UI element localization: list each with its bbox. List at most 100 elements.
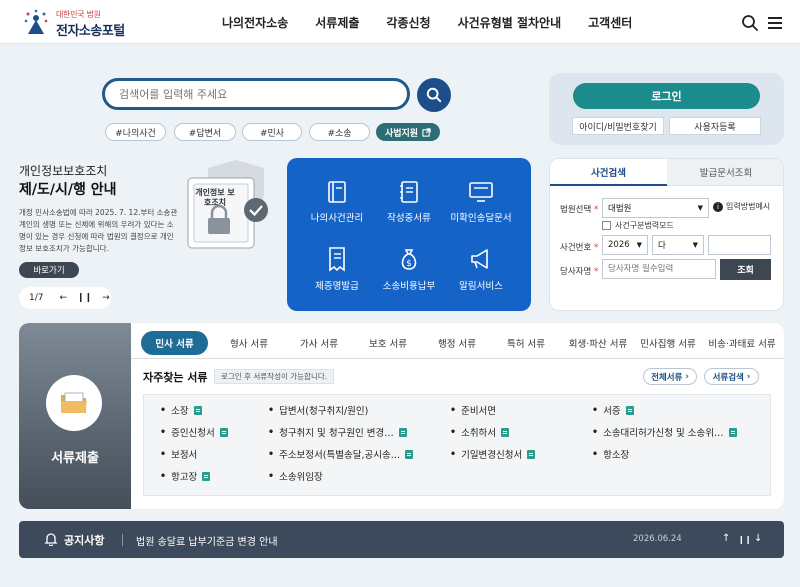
no-case-mode-checkbox[interactable] (602, 221, 611, 230)
form-icon (219, 427, 228, 437)
tab-nonlitigation-docs[interactable]: 비송·과태료 서류 (704, 331, 780, 355)
year-select[interactable]: 2026 ▼ (602, 235, 648, 255)
faq-document-item[interactable]: • 소장 (160, 403, 202, 417)
service-fee-payment[interactable]: $ 소송비용납부 (369, 246, 449, 292)
tab-criminal-docs[interactable]: 형사 서류 (218, 331, 280, 355)
case-number-input[interactable] (708, 235, 771, 255)
tab-civil-docs[interactable]: 민사 서류 (141, 331, 208, 355)
tab-administrative-docs[interactable]: 행정 서류 (426, 331, 488, 355)
service-unread-delivery-label: 미확인송달문서 (450, 213, 512, 224)
document-submit-banner[interactable]: 서류제출 (19, 323, 131, 509)
faq-document-item[interactable]: • 소취하서 (450, 425, 510, 439)
form-icon (501, 427, 510, 437)
document-search-button[interactable]: 서류검색 › (704, 368, 759, 385)
notice-divider (122, 534, 123, 546)
form-icon (625, 405, 634, 415)
form-icon (202, 471, 211, 481)
court-select[interactable]: 대법원 ▼ (602, 198, 709, 218)
monitor-icon (469, 182, 493, 202)
notice-prev-icon[interactable]: ↑ (722, 533, 730, 544)
promo-more-button[interactable]: 바로가기 (19, 262, 79, 278)
faq-document-label: 답변서(청구취지/원인) (279, 406, 369, 417)
notice-pause-icon[interactable]: ❙❙ (738, 535, 751, 544)
tab-patent-docs[interactable]: 특허 서류 (495, 331, 557, 355)
faq-document-item[interactable]: • 준비서면 (450, 403, 496, 418)
pause-icon[interactable]: ❙❙ (77, 293, 92, 303)
tab-issued-docs[interactable]: 발급문서조회 (667, 159, 783, 186)
service-drafts[interactable]: 작성중서류 (369, 180, 449, 224)
bullet: • (160, 426, 167, 438)
service-unread-delivery[interactable]: 미확인송달문서 (441, 180, 521, 224)
case-search-button[interactable]: 조회 (720, 259, 771, 280)
input-method-label: 입력방법예시 (726, 202, 771, 211)
faq-document-item[interactable]: • 항소장 (592, 447, 630, 462)
search-icon[interactable] (741, 14, 759, 32)
next-arrow-icon[interactable]: → (102, 293, 110, 303)
chevron-right-icon: › (746, 371, 751, 382)
faq-document-item[interactable]: • 청구취지 및 청구원인 변경… (268, 425, 407, 439)
faq-document-label: 보정서 (171, 450, 198, 461)
promo-title: 개인정보보호조치 (19, 164, 108, 178)
info-icon: i (713, 201, 723, 212)
bullet: • (450, 448, 457, 460)
service-my-case-label: 나의사건관리 (310, 213, 364, 224)
certificate-icon (329, 247, 345, 272)
nav-procedure-guide[interactable]: 사건유형별 절차안내 (458, 14, 562, 31)
input-method-help[interactable]: i 입력방법예시 (713, 201, 770, 212)
tab-bankruptcy-docs[interactable]: 회생·파산 서류 (563, 331, 633, 355)
find-id-password-button[interactable]: 아이디/비밀번호찾기 (572, 117, 664, 135)
tag-lawsuit[interactable]: #소송 (309, 123, 370, 141)
nav-applications[interactable]: 각종신청 (386, 14, 430, 31)
search-input[interactable] (105, 81, 407, 107)
bullet: • (592, 448, 599, 460)
faq-document-item[interactable]: • 주소보정서(특별송달,공시송… (268, 447, 414, 461)
tag-my-case[interactable]: #나의사건 (105, 123, 166, 141)
faq-document-item[interactable]: • 보정서 (160, 447, 198, 462)
tag-civil[interactable]: #민사 (242, 123, 302, 141)
faq-document-item[interactable]: • 답변서(청구취지/원인) (268, 403, 369, 418)
promo-pager: 1/7 ← ❙❙ → (19, 287, 111, 309)
search-button[interactable] (417, 78, 451, 112)
faq-document-item[interactable]: • 항고장 (160, 469, 211, 483)
case-type-select[interactable]: 다 ▼ (652, 235, 704, 255)
bullet: • (268, 470, 275, 482)
faq-document-label: 항소장 (603, 450, 630, 461)
chevron-down-icon: ▼ (697, 204, 703, 212)
faq-documents-title: 자주찾는 서류 (143, 371, 208, 384)
service-certificate-label: 제증명발급 (315, 281, 359, 292)
party-name-input[interactable] (602, 259, 716, 279)
login-button[interactable]: 로그인 (573, 83, 760, 109)
all-documents-button[interactable]: 전체서류 › (643, 368, 697, 385)
service-notification[interactable]: 알림서비스 (441, 246, 521, 292)
case-type-select-value: 다 (658, 241, 666, 251)
megaphone-icon (471, 249, 488, 269)
menu-icon[interactable] (766, 14, 784, 32)
nav-my-lawsuit[interactable]: 나의전자소송 (222, 14, 288, 31)
service-certificate[interactable]: 제증명발급 (297, 246, 377, 292)
faq-document-item[interactable]: • 소송대리허가신청 및 소송위… (592, 425, 737, 439)
prev-arrow-icon[interactable]: ← (59, 293, 67, 303)
register-button[interactable]: 사용자등록 (669, 117, 761, 135)
faq-document-item[interactable]: • 증인신청서 (160, 425, 228, 439)
bullet: • (592, 426, 599, 438)
service-my-case[interactable]: 나의사건관리 (297, 180, 377, 224)
notice-headline[interactable]: 법원 송달료 납부기준금 변경 안내 (136, 533, 278, 548)
nav-customer-center[interactable]: 고객센터 (588, 14, 632, 31)
tag-answer[interactable]: #답변서 (174, 123, 236, 141)
tab-family-docs[interactable]: 가사 서류 (288, 331, 350, 355)
logo-title[interactable]: 전자소송포털 (56, 20, 125, 39)
faq-document-item[interactable]: • 소송위임장 (268, 469, 323, 484)
tag-judicial-support[interactable]: 사법지원 (376, 123, 440, 141)
tab-execution-docs[interactable]: 민사집행 서류 (636, 331, 700, 355)
service-notification-label: 알림서비스 (459, 281, 503, 292)
faq-document-item[interactable]: • 서증 (592, 403, 634, 417)
no-case-mode-option[interactable]: 사건구분법력모드 (602, 220, 674, 231)
nav-document-submit[interactable]: 서류제출 (315, 14, 359, 31)
faq-document-list: • 소장 • 답변서(청구취지/원인) • 준비서면 • 서증 • 증인신청서 • 청구취지 및 청구… (143, 394, 771, 496)
faq-document-label: 항고장 (171, 472, 198, 483)
tab-protection-docs[interactable]: 보호 서류 (357, 331, 419, 355)
court-logo-icon[interactable] (22, 8, 50, 36)
notice-next-icon[interactable]: ↓ (754, 533, 762, 544)
tab-case-search[interactable]: 사건검색 (550, 159, 667, 186)
faq-document-item[interactable]: • 기일변경신청서 (450, 447, 536, 461)
